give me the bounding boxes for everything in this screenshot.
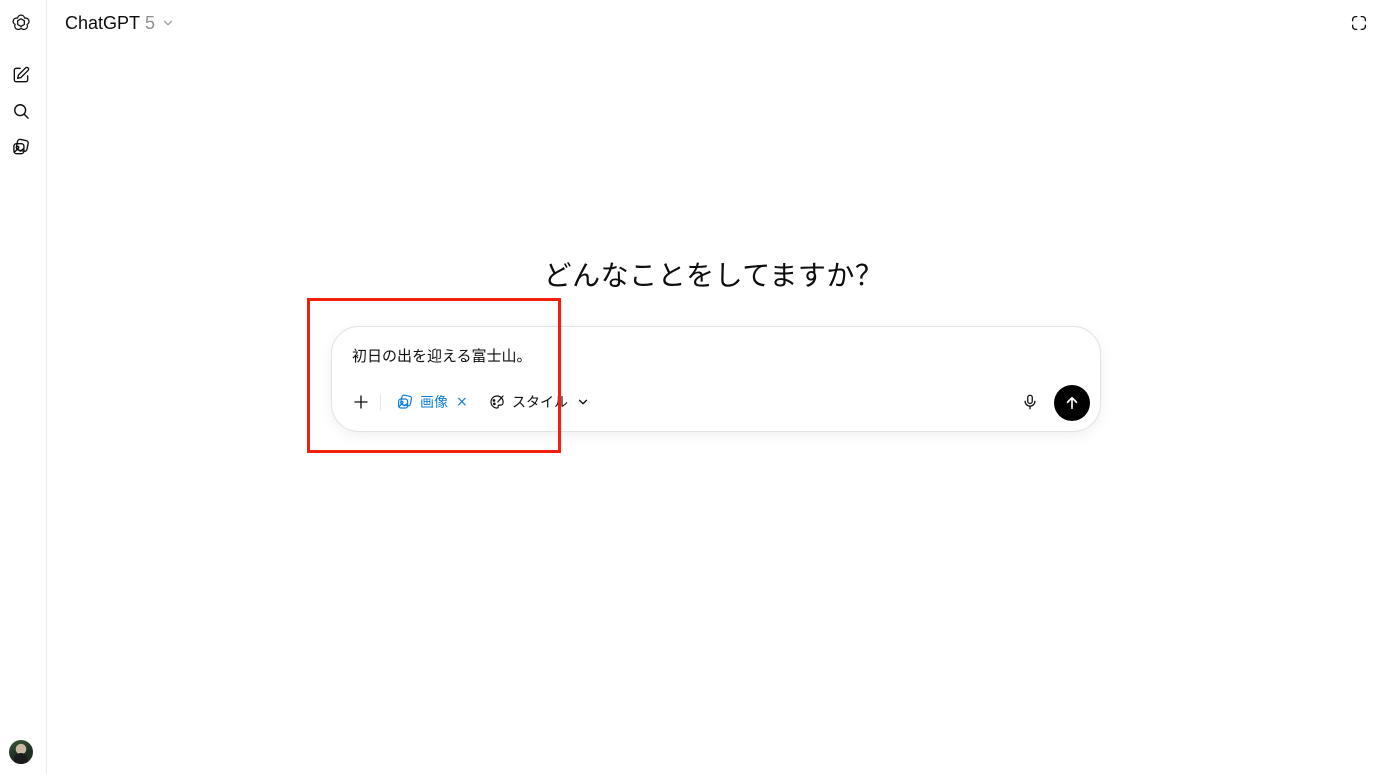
plus-icon bbox=[354, 395, 368, 409]
sidebar-rail bbox=[0, 0, 47, 774]
prompt-input[interactable]: 初日の出を迎える富士山。 bbox=[352, 345, 532, 366]
dictate-button[interactable] bbox=[1018, 390, 1042, 414]
palette-icon bbox=[490, 395, 504, 409]
remove-image-tool-button[interactable]: × bbox=[456, 394, 468, 410]
image-tool-label: 画像 bbox=[420, 395, 448, 411]
image-tool-chip[interactable]: 画像 × bbox=[396, 389, 468, 415]
toolbar-divider bbox=[380, 394, 381, 410]
send-button[interactable] bbox=[1054, 385, 1090, 421]
dashed-circle-icon bbox=[1351, 15, 1367, 31]
avatar[interactable] bbox=[9, 740, 33, 764]
chevron-down-icon bbox=[163, 20, 173, 26]
temporary-chat-button[interactable] bbox=[1346, 10, 1372, 36]
page-title: どんなことをしてますか？ bbox=[543, 259, 884, 292]
add-attachment-button[interactable] bbox=[348, 389, 374, 415]
microphone-icon bbox=[1024, 394, 1036, 410]
search-icon[interactable] bbox=[6, 96, 36, 126]
image-icon bbox=[398, 394, 413, 409]
chatgpt-app: ChatGPT 5 どんなことをしてますか？ 初日の出を迎える富士山。 画像 ×… bbox=[0, 0, 1380, 774]
images-icon[interactable] bbox=[6, 132, 36, 162]
model-name: ChatGPT bbox=[65, 12, 141, 33]
model-selector[interactable]: ChatGPT 5 bbox=[58, 9, 182, 37]
arrow-up-icon bbox=[1066, 396, 1078, 410]
style-label: スタイル bbox=[512, 395, 568, 411]
new-chat-icon[interactable] bbox=[6, 60, 36, 90]
chevron-down-icon bbox=[578, 399, 588, 405]
style-dropdown[interactable]: スタイル bbox=[488, 389, 590, 415]
model-version: 5 bbox=[145, 12, 156, 33]
prompt-composer[interactable]: 初日の出を迎える富士山。 画像 × スタイル bbox=[331, 326, 1101, 432]
openai-logo-icon[interactable] bbox=[6, 8, 36, 38]
